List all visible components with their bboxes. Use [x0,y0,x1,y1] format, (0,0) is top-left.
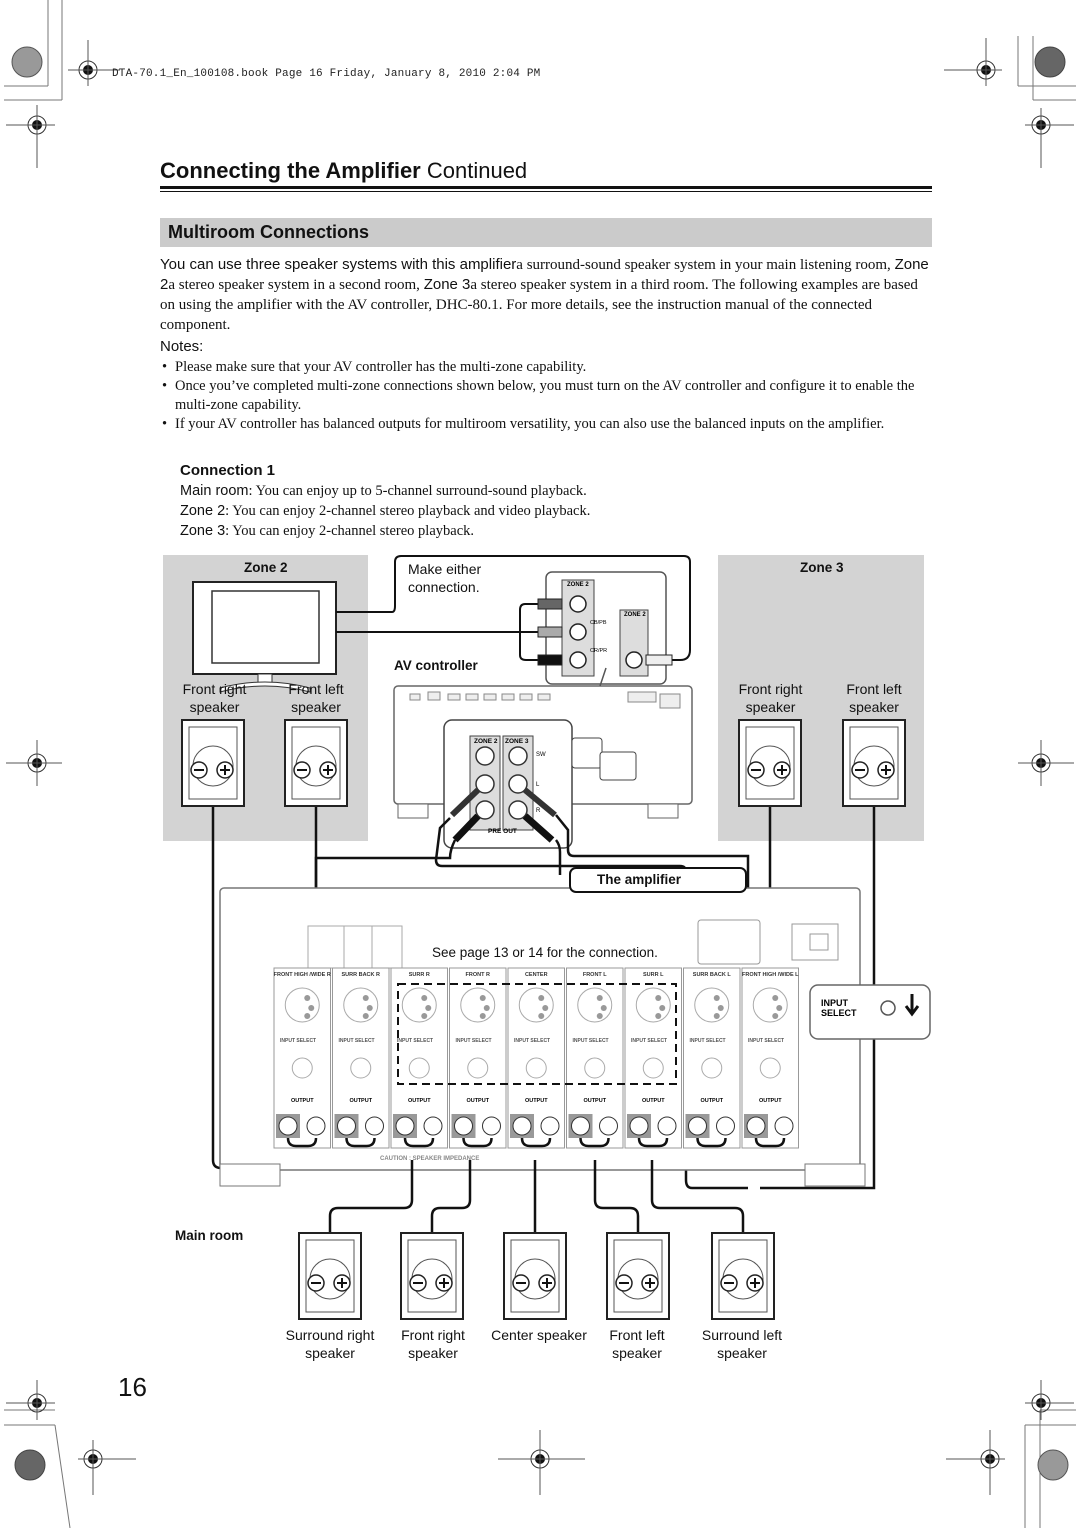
svg-text:OUTPUT: OUTPUT [291,1098,314,1104]
speaker-label: Front right speaker [182,681,247,715]
speaker-label: Front right speaker [738,681,803,715]
zone2-title: Zone 2 [244,560,288,575]
svg-text:INPUT SELECT: INPUT SELECT [631,1038,667,1044]
amp-channel-module: FRONT HIGH /WIDE L INPUT SELECT OUTPUT [741,967,799,1149]
speaker-label: Front left speaker [846,681,902,715]
svg-text:SURR BACK L: SURR BACK L [693,972,732,978]
svg-text:OUTPUT: OUTPUT [408,1098,431,1104]
speaker-label: Front left speaker [288,681,344,715]
svg-text:SW: SW [536,752,546,758]
svg-text:SURR L: SURR L [643,972,664,978]
svg-text:R: R [536,808,541,814]
amp-channel-module: SURR BACK L INPUT SELECT OUTPUT [683,967,741,1149]
svg-text:SURR R: SURR R [409,972,430,978]
svg-text:SURR BACK R: SURR BACK R [342,972,381,978]
svg-text:FRONT HIGH /WIDE R: FRONT HIGH /WIDE R [274,972,331,978]
svg-text:INPUT: INPUT [821,998,849,1008]
svg-text:CAUTION : SPEAKER IMPEDANCE: CAUTION : SPEAKER IMPEDANCE [380,1156,479,1162]
svg-text:OUTPUT: OUTPUT [759,1098,782,1104]
av-controller-label: AV controller [394,658,478,673]
svg-text:ZONE 3: ZONE 3 [505,738,529,745]
svg-text:FRONT HIGH /WIDE L: FRONT HIGH /WIDE L [742,972,799,978]
svg-text:INPUT SELECT: INPUT SELECT [339,1038,375,1044]
speaker-icon [503,1232,567,1320]
svg-text:OUTPUT: OUTPUT [525,1098,548,1104]
svg-text:OUTPUT: OUTPUT [466,1098,489,1104]
svg-text:ZONE 2: ZONE 2 [474,738,498,745]
speaker-icon [738,719,802,807]
svg-text:PRE OUT: PRE OUT [488,828,517,835]
svg-text:INPUT SELECT: INPUT SELECT [514,1038,550,1044]
svg-text:OUTPUT: OUTPUT [349,1098,372,1104]
speaker-icon [842,719,906,807]
speaker-icon [400,1232,464,1320]
see-page-note: See page 13 or 14 for the connection. [432,945,658,960]
speaker-label: Surround left speaker [701,1327,783,1361]
speaker-label: Front right speaker [401,1327,465,1361]
svg-text:INPUT SELECT: INPUT SELECT [280,1038,316,1044]
amp-channel-module: FRONT R INPUT SELECT OUTPUT [449,967,507,1149]
amp-channel-module: FRONT HIGH /WIDE R INPUT SELECT OUTPUT [273,967,331,1149]
amp-channel-module: FRONT L INPUT SELECT OUTPUT [566,967,624,1149]
speaker-icon [298,1232,362,1320]
svg-text:CR/PR: CR/PR [590,648,607,654]
amplifier-label: The amplifier [597,872,682,887]
svg-text:INPUT SELECT: INPUT SELECT [456,1038,492,1044]
speaker-label: Surround right speaker [285,1327,375,1361]
svg-text:FRONT R: FRONT R [466,972,490,978]
main-room-label: Main room [175,1228,244,1243]
amp-channel-module: SURR R INPUT SELECT OUTPUT [390,967,448,1149]
amp-channel-module: CENTER INPUT SELECT OUTPUT [507,967,565,1149]
svg-text:CB/PB: CB/PB [590,620,607,626]
speaker-label: Front left speaker [609,1327,665,1361]
page-number: 16 [118,1372,147,1402]
speaker-icon [606,1232,670,1320]
svg-text:OUTPUT: OUTPUT [583,1098,606,1104]
zone3-title: Zone 3 [800,560,844,575]
svg-text:INPUT SELECT: INPUT SELECT [573,1038,609,1044]
svg-text:FRONT L: FRONT L [583,972,607,978]
amp-channel-module: SURR BACK R INPUT SELECT OUTPUT [332,967,390,1149]
svg-text:INPUT SELECT: INPUT SELECT [690,1038,726,1044]
speaker-icon [181,719,245,807]
speaker-icon [711,1232,775,1320]
svg-text:OUTPUT: OUTPUT [642,1098,665,1104]
speaker-icon [284,719,348,807]
amp-channel-module: SURR L INPUT SELECT OUTPUT [624,967,682,1149]
speaker-label: Center speaker [491,1327,587,1343]
svg-text:ZONE 2: ZONE 2 [567,582,589,588]
svg-text:INPUT SELECT: INPUT SELECT [397,1038,433,1044]
svg-text:OUTPUT: OUTPUT [700,1098,723,1104]
make-either-label: Make either connection. [408,561,482,595]
svg-text:INPUT SELECT: INPUT SELECT [748,1038,784,1044]
wiring-diagram: ZONE 2 ZONE 2 CB/PB CR/PR ZONE 2 ZONE 3 … [181,555,931,1320]
tv-icon [192,581,337,693]
svg-text:CENTER: CENTER [525,972,548,978]
svg-text:SELECT: SELECT [821,1008,857,1018]
svg-text:ZONE 2: ZONE 2 [624,612,646,618]
